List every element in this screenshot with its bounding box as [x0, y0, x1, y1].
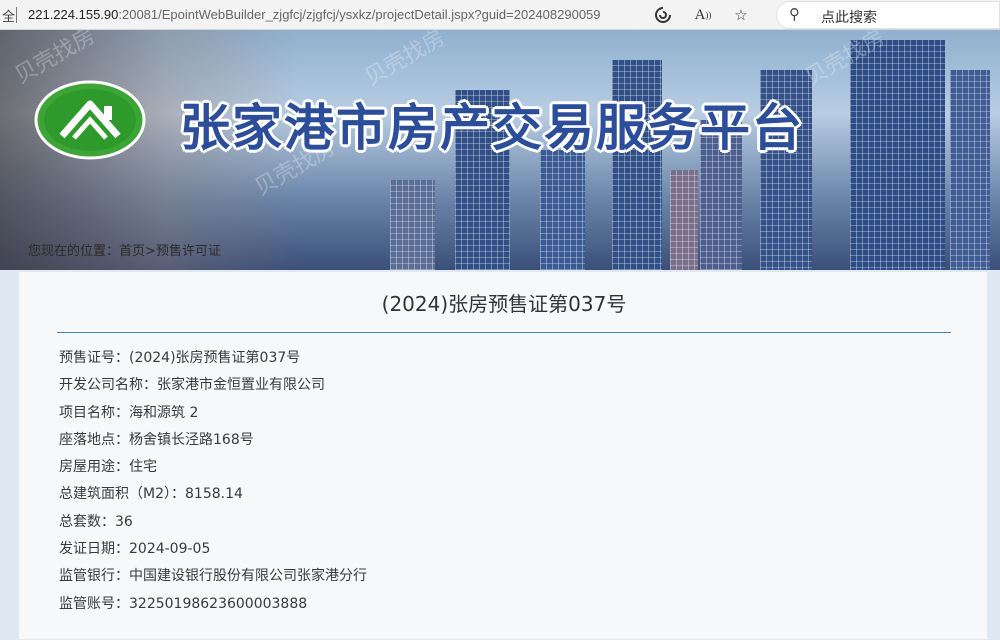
field-label: 座落地点： — [59, 431, 129, 448]
site-info-label[interactable]: 全 — [2, 6, 15, 25]
breadcrumb-current-link[interactable]: 预售许可证 — [156, 244, 221, 259]
building-graphic — [540, 150, 585, 270]
building-graphic — [850, 40, 945, 270]
detail-issue-date: 发证日期：2024-09-05 — [59, 536, 367, 563]
detail-presale-cert-no: 预售证号：(2024)张房预售证第037号 — [59, 345, 367, 372]
detail-supervising-account: 监管账号：32250198623600003888 — [59, 591, 367, 618]
search-icon: ⚲ — [789, 5, 800, 23]
detail-supervising-bank: 监管银行：中国建设银行股份有限公司张家港分行 — [59, 563, 367, 590]
search-box[interactable]: ⚲ 点此搜索 — [776, 1, 1000, 29]
field-label: 发证日期： — [59, 541, 129, 558]
watermark: 贝壳找房 — [360, 30, 450, 91]
read-aloud-icon[interactable]: A)) — [692, 4, 714, 26]
field-label: 总建筑面积（M2）： — [59, 486, 185, 503]
detail-total-units: 总套数：36 — [59, 509, 367, 536]
breadcrumb-prefix: 您现在的位置： — [28, 244, 120, 259]
field-value: 杨舍镇长泾路168号 — [129, 431, 254, 448]
site-logo[interactable] — [34, 76, 146, 164]
field-value: 海和源筑 2 — [129, 404, 199, 421]
field-value: 36 — [115, 513, 133, 530]
url-field[interactable]: 221.224.155.90:20081/EpointWebBuilder_zj… — [28, 7, 601, 22]
field-value: 32250198623600003888 — [129, 595, 308, 612]
detail-usage: 房屋用途：住宅 — [59, 454, 367, 481]
site-banner: 贝壳找房 贝壳找房 贝壳找房 贝壳找房 张家港市房产交易服务平台 您现在的位置：… — [0, 30, 1000, 270]
divider — [16, 7, 17, 23]
search-placeholder: 点此搜索 — [821, 10, 877, 26]
read-aloud-label: A — [694, 6, 706, 23]
building-graphic — [950, 70, 990, 270]
field-value: (2024)张房预售证第037号 — [129, 350, 301, 366]
breadcrumb: 您现在的位置：首页>预售许可证 — [28, 240, 221, 259]
page-title: (2024)张房预售证第037号 — [381, 292, 627, 316]
field-value: 中国建设银行股份有限公司张家港分行 — [129, 568, 367, 585]
detail-list: 预售证号：(2024)张房预售证第037号 开发公司名称：张家港市金恒置业有限公… — [59, 345, 367, 618]
title-divider — [57, 332, 951, 333]
field-label: 项目名称： — [59, 404, 129, 421]
field-label: 监管银行： — [59, 568, 129, 585]
detail-panel: (2024)张房预售证第037号 预售证号：(2024)张房预售证第037号 开… — [18, 271, 988, 640]
detail-total-area: 总建筑面积（M2）：8158.14 — [59, 481, 367, 508]
breadcrumb-separator: > — [145, 244, 156, 259]
field-label: 房屋用途： — [59, 459, 129, 476]
site-title: 张家港市房产交易服务平台 — [180, 99, 804, 157]
refresh-icon[interactable] — [652, 4, 674, 26]
field-value: 8158.14 — [185, 486, 243, 503]
building-graphic — [390, 180, 435, 270]
url-host: 221.224.155.90 — [28, 7, 119, 22]
field-label: 监管账号： — [59, 595, 129, 612]
field-label: 开发公司名称： — [59, 377, 157, 394]
detail-location: 座落地点：杨舍镇长泾路168号 — [59, 427, 367, 454]
field-label: 总套数： — [59, 513, 115, 530]
field-label: 预售证号： — [59, 350, 129, 366]
detail-developer: 开发公司名称：张家港市金恒置业有限公司 — [59, 372, 367, 399]
field-value: 住宅 — [129, 459, 157, 476]
detail-project-name: 项目名称：海和源筑 2 — [59, 400, 367, 427]
url-path: :20081/EpointWebBuilder_zjgfcj/zjgfcj/ys… — [118, 7, 601, 22]
building-graphic — [670, 170, 698, 270]
field-value: 2024-09-05 — [129, 541, 211, 558]
breadcrumb-home-link[interactable]: 首页 — [119, 244, 145, 259]
browser-address-bar: 全 221.224.155.90:20081/EpointWebBuilder_… — [0, 0, 1000, 30]
favorite-star-icon[interactable]: ☆ — [730, 4, 752, 26]
field-value: 张家港市金恒置业有限公司 — [157, 377, 325, 394]
